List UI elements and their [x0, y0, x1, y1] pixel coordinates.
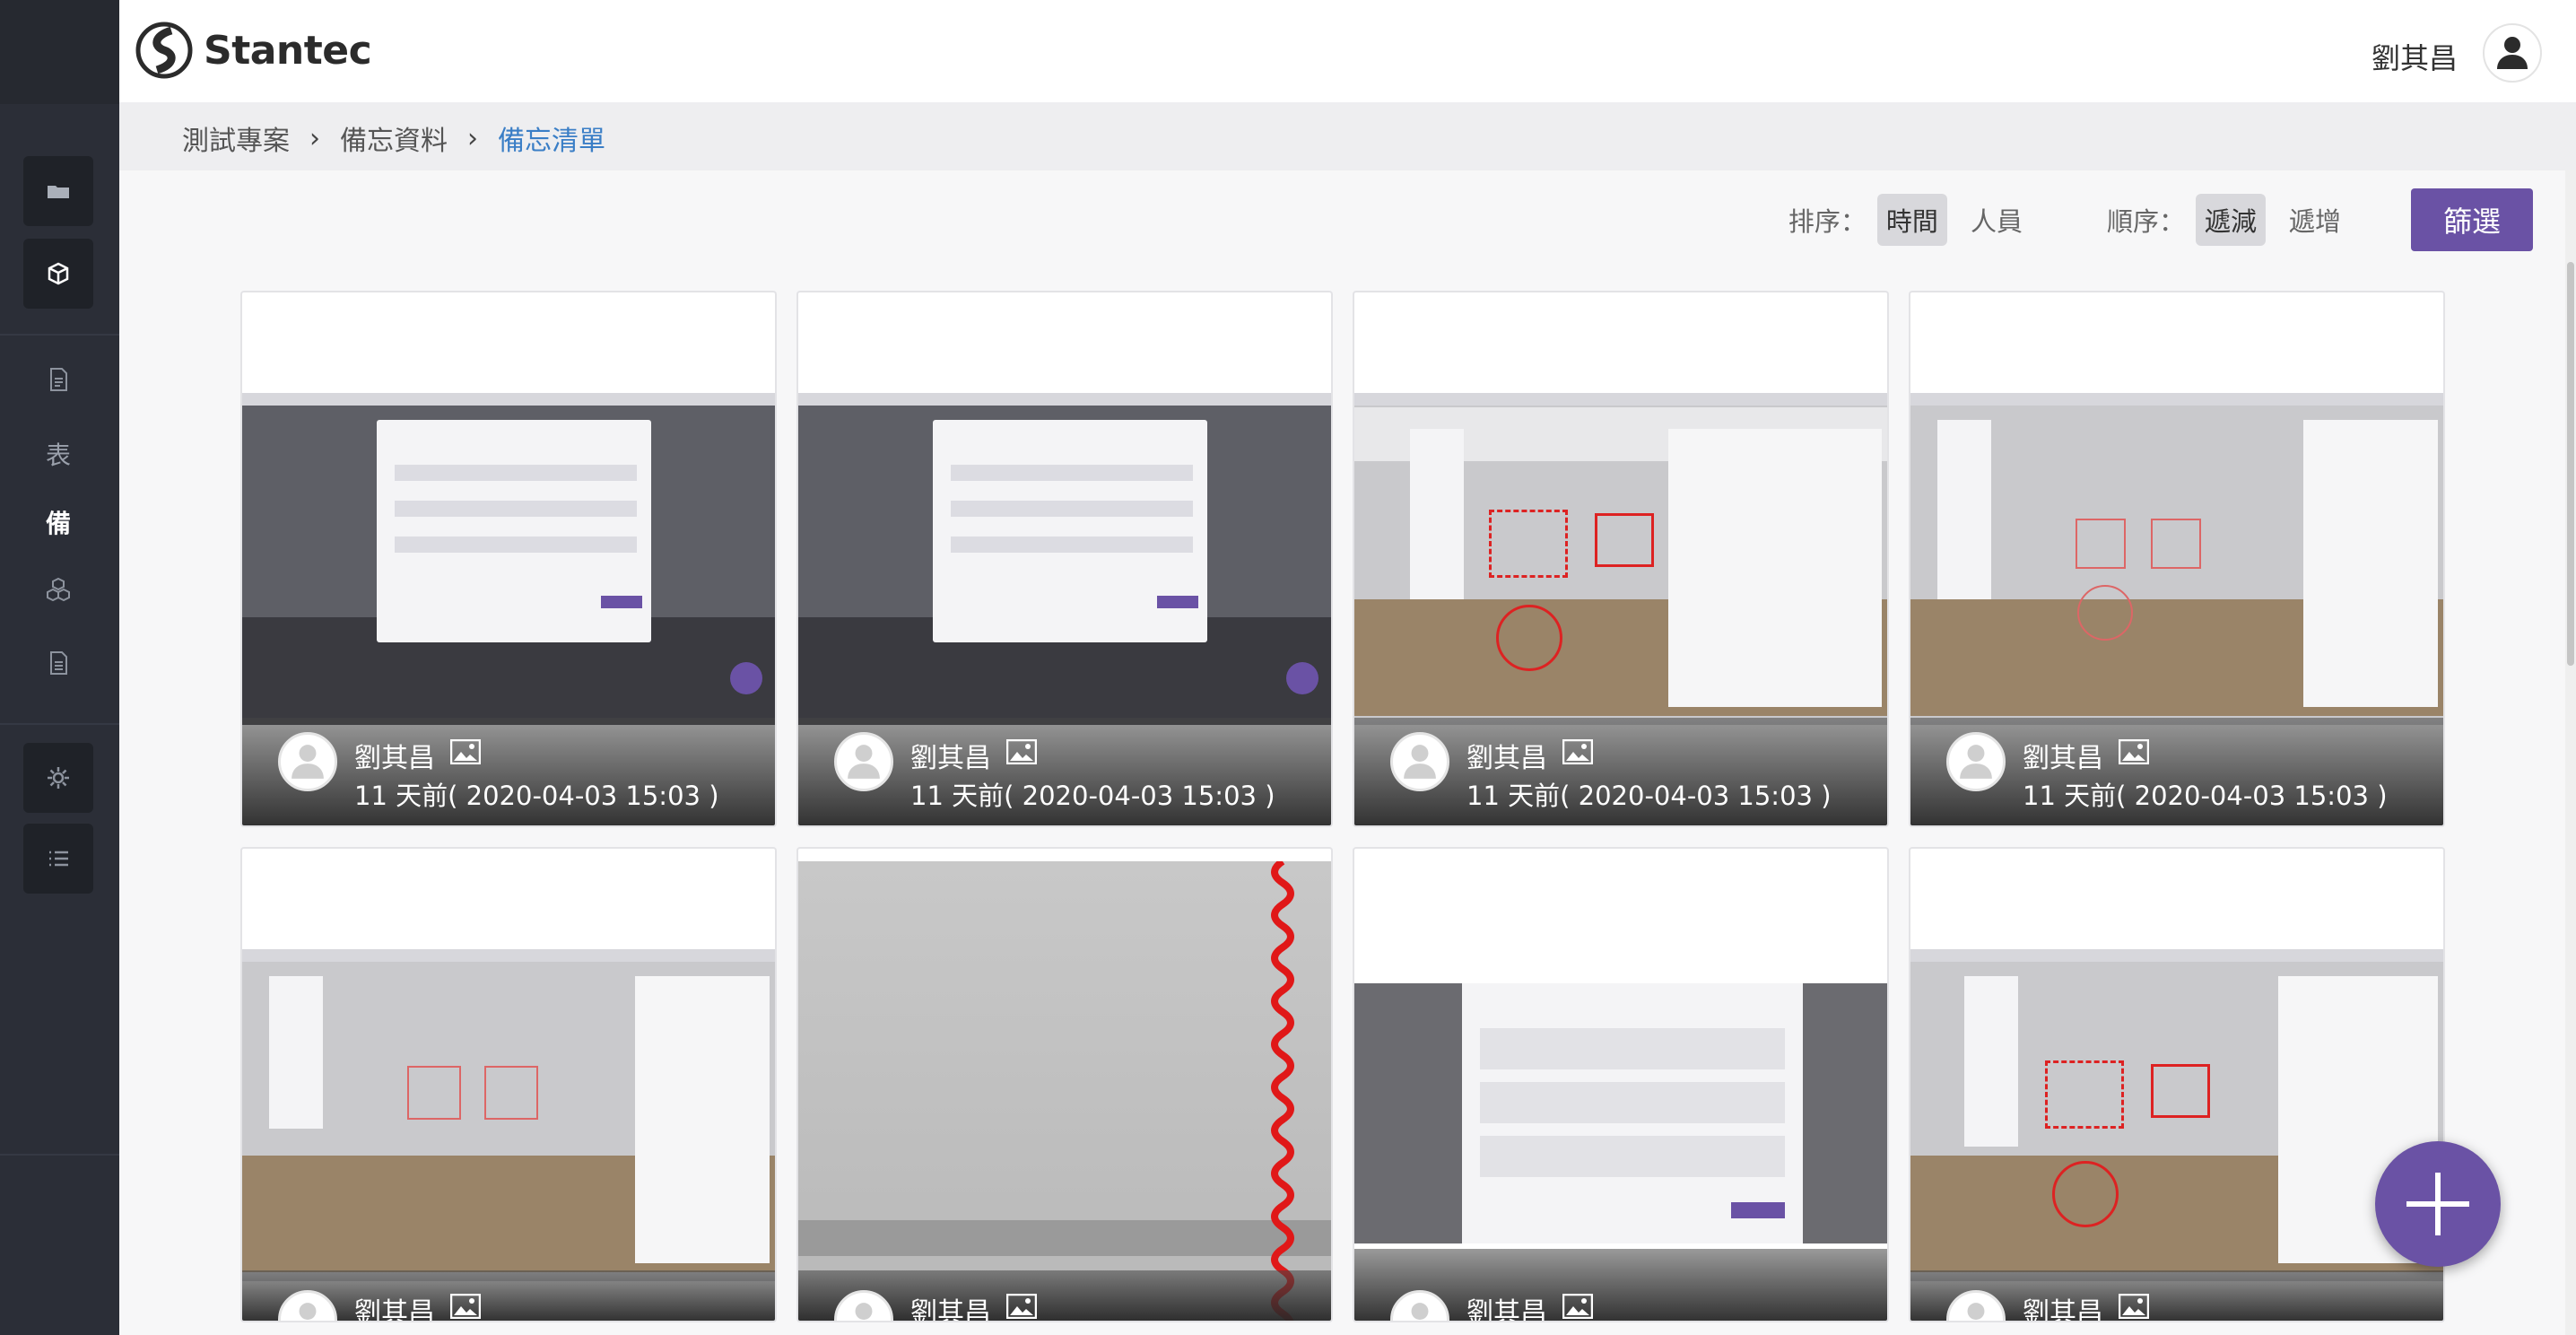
stantec-logo[interactable]: Stantec	[135, 22, 372, 79]
user-icon	[855, 1303, 873, 1320]
logo-mark-icon	[135, 22, 193, 79]
chevron-right-icon: ›	[467, 122, 478, 154]
sidebar-top	[0, 0, 119, 104]
sort-label: 排序：	[1788, 206, 1867, 237]
sidebar: 表 備	[0, 0, 119, 1335]
logo-text: Stantec	[204, 27, 372, 74]
memo-thumbnail	[798, 861, 1331, 1321]
memo-thumbnail	[1910, 949, 2443, 1281]
avatar	[834, 732, 893, 791]
sidebar-item-folder[interactable]	[23, 156, 93, 226]
user-avatar[interactable]	[2483, 23, 2542, 83]
user-icon	[1960, 745, 1992, 779]
sidebar-item-file[interactable]	[23, 628, 93, 698]
cube-icon	[48, 262, 69, 285]
user-icon	[1967, 1303, 1985, 1320]
image-icon	[1562, 1294, 1593, 1319]
order-asc-button[interactable]: 遞增	[2280, 194, 2350, 246]
avatar	[1390, 732, 1449, 791]
user-icon	[292, 745, 324, 779]
memo-card[interactable]: 劉其昌	[1353, 847, 1889, 1322]
user-icon	[1404, 745, 1436, 779]
sidebar-item-document[interactable]	[23, 345, 93, 414]
gear-icon	[48, 767, 69, 789]
memo-card[interactable]: 劉其昌 11 天前( 2020-04-03 15:03 )	[1353, 291, 1889, 827]
breadcrumb-item-project[interactable]: 測試專案	[182, 118, 290, 158]
sidebar-item-model[interactable]	[23, 239, 93, 309]
card-timestamp: 11 天前( 2020-04-03 15:03 )	[1466, 781, 1832, 811]
sort-toolbar: 排序： 時間 人員 順序： 遞減 遞增 篩選	[1788, 188, 2533, 251]
memo-card[interactable]: 劉其昌 11 天前( 2020-04-03 15:03 )	[240, 291, 777, 827]
card-user-name: 劉其昌	[1466, 743, 1547, 774]
card-timestamp: 11 天前( 2020-04-03 15:03 )	[910, 781, 1275, 811]
list-icon	[49, 851, 68, 867]
sidebar-item-table[interactable]: 表	[23, 427, 93, 481]
memo-thumbnail	[242, 949, 775, 1281]
file-icon	[50, 651, 67, 675]
user-icon	[299, 1303, 317, 1320]
card-timestamp: 11 天前( 2020-04-03 15:03 )	[2023, 781, 2388, 811]
folder-icon	[48, 186, 69, 198]
memo-thumbnail	[1354, 393, 1887, 725]
card-timestamp: 11 天前( 2020-04-03 15:03 )	[354, 781, 719, 811]
plus-icon	[2406, 1173, 2469, 1235]
card-user-name: 劉其昌	[910, 743, 991, 774]
memo-card[interactable]: 劉其昌	[240, 847, 777, 1322]
order-desc-button[interactable]: 遞減	[2195, 194, 2266, 246]
sort-by-time-button[interactable]: 時間	[1876, 194, 1947, 246]
memo-thumbnail	[798, 393, 1331, 725]
sidebar-item-list[interactable]	[23, 824, 93, 894]
add-memo-button[interactable]	[2375, 1141, 2501, 1267]
user-icon	[1411, 1303, 1429, 1320]
memo-thumbnail	[1354, 983, 1887, 1243]
avatar	[278, 732, 337, 791]
header-user-name[interactable]: 劉其昌	[2371, 36, 2458, 77]
sidebar-divider	[0, 1154, 119, 1156]
image-icon	[450, 739, 481, 764]
card-user-name: 劉其昌	[354, 1297, 435, 1322]
image-icon	[1006, 1294, 1037, 1319]
user-icon	[2497, 37, 2528, 69]
sidebar-item-memo[interactable]: 備	[23, 495, 93, 549]
image-icon	[1562, 739, 1593, 764]
sidebar-item-settings[interactable]	[23, 743, 93, 813]
memo-card[interactable]: 劉其昌 11 天前( 2020-04-03 15:03 )	[1909, 291, 2445, 827]
chevron-right-icon: ›	[309, 122, 320, 154]
breadcrumb-item-memo-data[interactable]: 備忘資料	[340, 118, 448, 158]
memo-card[interactable]: 劉其昌 11 天前( 2020-04-03 15:03 )	[796, 291, 1333, 827]
sidebar-item-components[interactable]	[23, 554, 93, 624]
memo-card[interactable]: 劉其昌	[796, 847, 1333, 1322]
image-icon	[450, 1294, 481, 1319]
card-user-name: 劉其昌	[910, 1297, 991, 1322]
card-user-name: 劉其昌	[2023, 1297, 2103, 1322]
memo-thumbnail	[1910, 393, 2443, 725]
scrollbar-thumb[interactable]	[2567, 262, 2574, 666]
cubes-icon	[47, 577, 70, 602]
sidebar-divider	[0, 723, 119, 725]
memo-card[interactable]: 劉其昌	[1909, 847, 2445, 1322]
card-user-name: 劉其昌	[2023, 743, 2103, 774]
order-label: 順序：	[2106, 206, 2185, 237]
memo-thumbnail	[242, 393, 775, 725]
top-header: Stantec 劉其昌	[119, 0, 2576, 102]
card-user-name: 劉其昌	[354, 743, 435, 774]
image-icon	[2119, 739, 2149, 764]
image-icon	[1006, 739, 1037, 764]
sidebar-divider	[0, 334, 119, 336]
filter-button[interactable]: 篩選	[2411, 188, 2533, 251]
sort-by-person-button[interactable]: 人員	[1962, 194, 2032, 246]
user-icon	[848, 745, 880, 779]
breadcrumb: 測試專案 › 備忘資料 › 備忘清單	[182, 118, 605, 158]
card-user-name: 劉其昌	[1466, 1297, 1547, 1322]
image-icon	[2119, 1294, 2149, 1319]
breadcrumb-item-memo-list: 備忘清單	[498, 126, 605, 157]
avatar	[1946, 732, 2006, 791]
breadcrumb-bar: 測試專案 › 備忘資料 › 備忘清單	[119, 102, 2576, 170]
document-icon	[50, 368, 67, 391]
